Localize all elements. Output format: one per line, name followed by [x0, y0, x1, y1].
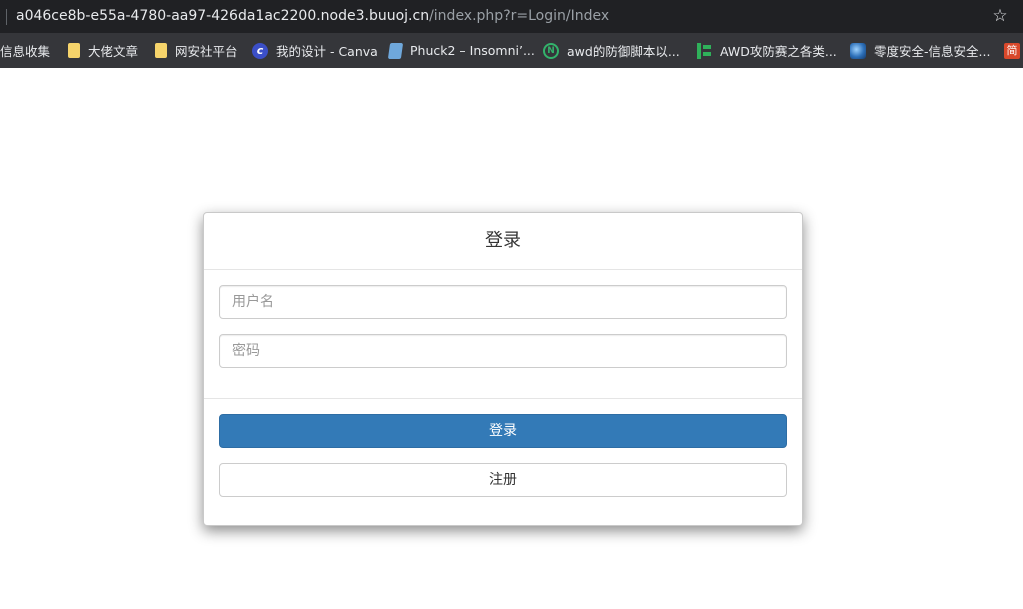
bookmark-awd-defense[interactable]: N awd的防御脚本以... [543, 33, 680, 68]
bookmark-zero-security[interactable]: 零度安全-信息安全... [850, 33, 990, 68]
bookmark-label: AWD攻防赛之各类... [720, 44, 837, 59]
document-icon [387, 42, 404, 59]
bookmark-info-collection[interactable]: 信息收集 [0, 33, 50, 68]
folder-icon [155, 43, 167, 58]
canva-icon: c [252, 42, 268, 59]
login-actions: 登录 注册 [204, 399, 802, 497]
login-panel: 登录 登录 注册 [203, 212, 803, 526]
bookmark-label: Phuck2 – Insomni’... [410, 43, 535, 58]
bars-logo-icon [696, 42, 712, 59]
bookmark-label: 网安社平台 [175, 44, 238, 59]
bookmark-label: 大佬文章 [88, 44, 139, 59]
login-form [204, 270, 802, 399]
bookmark-label: 我的设计 - Canva [276, 44, 378, 59]
login-button[interactable]: 登录 [219, 414, 787, 448]
bookmark-cut-off[interactable]: 简 [1004, 33, 1023, 68]
login-title: 登录 [204, 213, 802, 270]
bookmark-folder-articles[interactable]: 大佬文章 [66, 33, 138, 68]
password-input[interactable] [219, 334, 787, 368]
bookmark-label: awd的防御脚本以... [567, 44, 680, 59]
browser-chrome: a046ce8b-e55a-4780-aa97-426da1ac2200.nod… [0, 0, 1023, 68]
bookmark-label: 信息收集 [0, 44, 51, 59]
jian-icon: 简 [1004, 42, 1020, 59]
address-divider [6, 9, 7, 25]
url-path: /index.php?r=Login/Index [429, 8, 610, 24]
n-logo-icon: N [543, 42, 559, 59]
bookmarks-bar: 信息收集 大佬文章 网安社平台 c 我的设计 - Canva Phuck2 – … [0, 33, 1023, 68]
bookmark-awd-attack[interactable]: AWD攻防赛之各类... [696, 33, 837, 68]
url-text[interactable]: a046ce8b-e55a-4780-aa97-426da1ac2200.nod… [16, 0, 609, 33]
register-button[interactable]: 注册 [219, 463, 787, 497]
bookmark-label: 零度安全-信息安全... [874, 44, 991, 59]
folder-icon [68, 43, 80, 58]
username-input[interactable] [219, 285, 787, 319]
bookmark-star-icon[interactable]: ☆ [991, 7, 1009, 25]
bookmark-phuck2[interactable]: Phuck2 – Insomni’... [387, 33, 535, 68]
globe-icon [850, 42, 866, 59]
bookmark-canva[interactable]: c 我的设计 - Canva [252, 33, 378, 68]
bookmark-folder-platform[interactable]: 网安社平台 [153, 33, 238, 68]
address-bar[interactable]: a046ce8b-e55a-4780-aa97-426da1ac2200.nod… [0, 0, 1023, 33]
url-host: a046ce8b-e55a-4780-aa97-426da1ac2200.nod… [16, 8, 430, 24]
